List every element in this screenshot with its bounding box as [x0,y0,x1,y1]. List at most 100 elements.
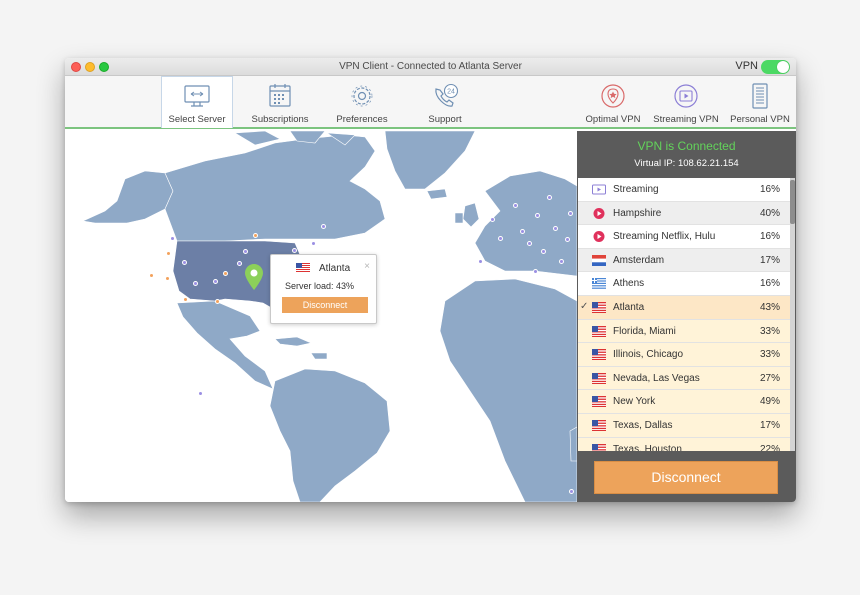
streaming-vpn-icon [674,84,698,108]
server-list-scrollbar[interactable] [790,178,795,451]
server-dot[interactable] [513,203,518,208]
support-24-text: 24 [447,89,455,96]
server-dot[interactable] [527,241,532,246]
server-name: Streaming [613,184,659,195]
subscriptions-label: Subscriptions [251,114,309,125]
server-load-percent: 22% [759,443,780,451]
server-dot[interactable] [213,279,218,284]
server-dot[interactable] [478,259,483,264]
server-row[interactable]: Texas, Dallas 17% [578,414,790,438]
server-load-percent: 49% [759,396,780,408]
server-row[interactable]: New York 49% [578,390,790,414]
optimal-vpn-button[interactable]: Optimal VPN [581,76,645,128]
subscriptions-button[interactable]: Subscriptions [245,76,315,128]
server-dot[interactable] [541,249,546,254]
server-dot[interactable] [568,211,573,216]
toolbar: Select Server Subscriptions Preferences … [65,76,796,129]
server-dot[interactable] [165,276,170,281]
server-load-percent: 33% [759,349,780,361]
server-dot[interactable] [520,229,525,234]
popup-disconnect-button[interactable]: Disconnect [282,297,368,313]
personal-vpn-button[interactable]: Personal VPN [726,76,794,128]
monitor-icon [184,85,210,107]
select-server-button[interactable]: Select Server [161,76,233,128]
support-button[interactable]: 24 Support [411,76,479,128]
flag-us-icon [592,372,606,384]
server-dot[interactable] [170,236,175,241]
vpn-toggle-switch[interactable] [761,60,790,74]
server-load-percent: 16% [759,231,780,243]
server-dot[interactable] [292,248,297,253]
server-row[interactable]: Athens 16% [578,272,790,296]
server-dot[interactable] [311,241,316,246]
server-dot[interactable] [193,281,198,286]
server-name: Illinois, Chicago [613,349,684,361]
server-dot[interactable] [498,236,503,241]
vpn-client-window: VPN Client - Connected to Atlanta Server… [65,58,796,502]
server-dot[interactable] [559,259,564,264]
support-label: Support [428,114,462,125]
selected-check-icon: ✓ [580,301,589,312]
preferences-button[interactable]: Preferences [327,76,397,128]
server-name: Atlanta [613,302,645,313]
server-row[interactable]: Texas, Houston 22% [578,437,790,451]
select-server-label: Select Server [168,114,226,125]
server-dot[interactable] [215,299,220,304]
server-load-percent: 43% [759,302,780,313]
streaming-vpn-label: Streaming VPN [653,114,719,125]
toggle-knob [777,61,789,73]
flag-greece-icon [592,278,606,290]
server-row[interactable]: Streaming Netflix, Hulu 16% [578,225,790,249]
world-map[interactable]: Atlanta × Server load: 43% Disconnect [65,131,577,502]
server-dot[interactable] [183,297,188,302]
flag-us-icon [592,302,606,313]
server-dot[interactable] [198,391,203,396]
server-dot[interactable] [569,489,574,494]
server-dot[interactable] [565,237,570,242]
server-load-percent: 16% [759,278,780,290]
flag-us-icon [296,263,310,272]
play-icon [593,207,605,219]
server-row[interactable]: Hampshire 40% [578,201,790,226]
server-dot[interactable] [237,261,242,266]
optimal-vpn-label: Optimal VPN [585,114,641,125]
title-bar: VPN Client - Connected to Atlanta Server… [65,58,796,76]
disconnect-button[interactable]: Disconnect [594,461,778,494]
server-dot[interactable] [243,249,248,254]
server-row[interactable]: Florida, Miami 33% [578,319,790,344]
server-name: Hampshire [613,207,662,219]
scrollbar-thumb[interactable] [790,180,795,224]
server-dot[interactable] [533,269,538,274]
popup-close-icon[interactable]: × [364,261,370,272]
server-name: Athens [613,278,645,290]
optimal-vpn-icon [601,84,625,108]
location-pin-icon [245,264,263,290]
popup-server-load: Server load: 43% [285,281,355,291]
server-load-percent: 40% [759,207,780,219]
server-dot[interactable] [223,271,228,276]
server-load-percent: 17% [759,254,780,266]
server-popup: Atlanta × Server load: 43% Disconnect [270,254,377,324]
server-row[interactable]: Streaming 16% [578,178,790,202]
server-sidebar: VPN is Connected Virtual IP: 108.62.21.1… [577,131,796,502]
server-list[interactable]: Streaming 16% Hampshire 40% Streaming Netfli… [578,178,790,451]
server-dot[interactable] [166,251,171,256]
flag-netherlands-icon [592,254,606,266]
server-dot[interactable] [535,213,540,218]
server-dot[interactable] [182,260,187,265]
server-dot[interactable] [321,224,326,229]
streaming-vpn-button[interactable]: Streaming VPN [651,76,721,128]
server-dot[interactable] [553,226,558,231]
server-dot[interactable] [253,233,258,238]
flag-us-icon [592,349,606,361]
server-dot[interactable] [149,273,154,278]
server-row[interactable]: ✓ Atlanta 43% [578,296,790,320]
server-row[interactable]: Nevada, Las Vegas 27% [578,366,790,391]
server-dot[interactable] [490,217,495,222]
server-row[interactable]: Illinois, Chicago 33% [578,343,790,367]
connection-status: VPN is Connected [637,139,736,153]
server-row[interactable]: Amsterdam 17% [578,248,790,273]
server-name: Nevada, Las Vegas [613,372,700,384]
popup-city: Atlanta [319,263,351,274]
server-dot[interactable] [547,195,552,200]
